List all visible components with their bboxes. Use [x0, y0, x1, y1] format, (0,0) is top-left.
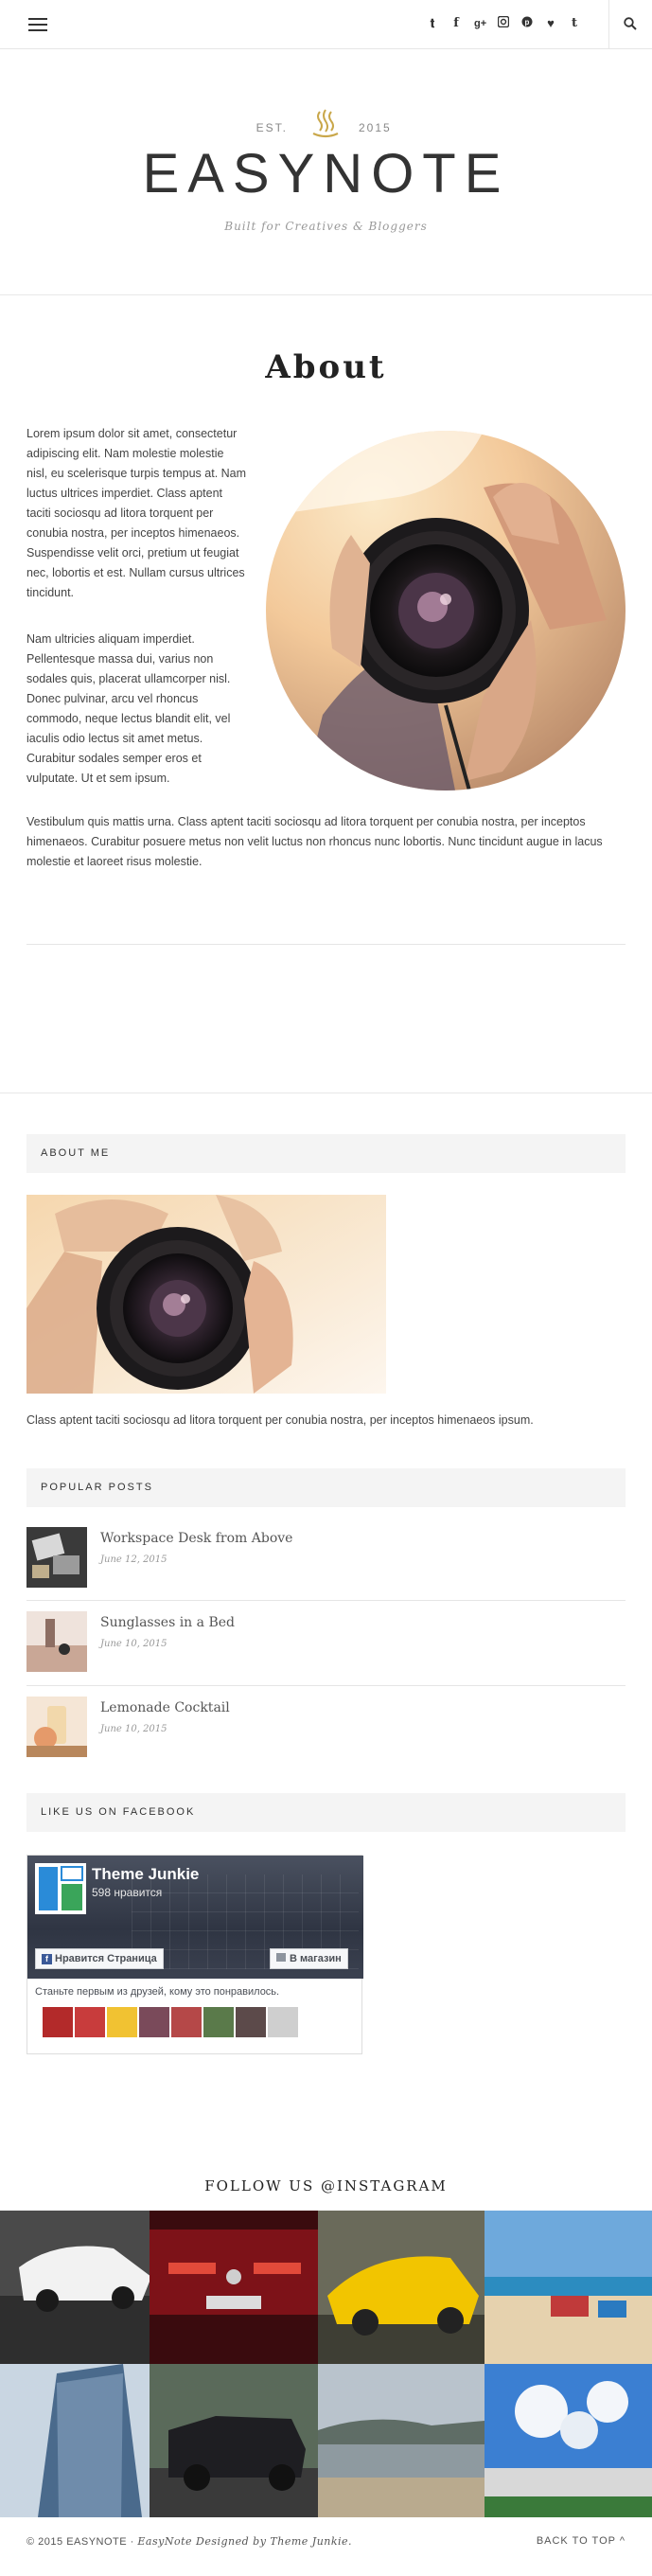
facebook-like-button[interactable]: f Нравится Страница	[35, 1948, 164, 1969]
search-icon	[624, 17, 637, 30]
instagram-grid	[0, 2211, 652, 2517]
about-me-photo	[26, 1195, 386, 1394]
facebook-icon[interactable]: f	[450, 15, 462, 32]
top-bar: 𝐭 f g+ p ♥ t	[0, 0, 652, 49]
instagram-photo[interactable]	[318, 2364, 485, 2517]
facebook-page-plugin: Theme Junkie 598 нравится f Нравится Стра…	[26, 1855, 363, 2054]
facebook-shop-label: В магазин	[290, 1953, 342, 1964]
avatar[interactable]	[203, 2007, 234, 2037]
popular-post-item[interactable]: Lemonade Cocktail June 10, 2015	[26, 1697, 626, 1757]
instagram-photo[interactable]	[485, 2211, 652, 2364]
avatar[interactable]	[107, 2007, 137, 2037]
instagram-photo[interactable]	[150, 2364, 318, 2517]
instagram-photo[interactable]	[0, 2211, 163, 2364]
avatar[interactable]	[43, 2007, 73, 2037]
avatar[interactable]	[268, 2007, 298, 2037]
popular-post-item[interactable]: Workspace Desk from Above June 12, 2015	[26, 1527, 626, 1588]
post-date: June 12, 2015	[100, 1554, 167, 1565]
about-paragraph-2: Nam ultricies aliquam imperdiet. Pellent…	[26, 632, 231, 785]
post-divider	[26, 1600, 626, 1601]
facebook-friend-avatars	[43, 2007, 298, 2037]
search-button[interactable]	[608, 0, 652, 49]
svg-text:p: p	[525, 18, 530, 27]
facebook-page-name[interactable]: Theme Junkie	[92, 1865, 199, 1884]
shop-icon	[276, 1953, 286, 1962]
about-me-heading: ABOUT ME	[26, 1134, 626, 1173]
about-camera-photo	[266, 431, 626, 791]
about-me-text: Class aptent taciti sociosqu ad litora t…	[26, 1413, 534, 1427]
facebook-friends-text: Станьте первым из друзей, кому это понра…	[35, 1986, 280, 1998]
footer-copyright: © 2015 EASYNOTE · EasyNote Designed by T…	[26, 2535, 352, 2548]
site-tagline: Built for Creatives & Bloggers	[224, 220, 428, 233]
instagram-photo[interactable]	[485, 2364, 652, 2517]
avatar[interactable]	[171, 2007, 202, 2037]
post-divider	[26, 1685, 626, 1686]
instagram-photo[interactable]	[150, 2211, 318, 2364]
twitter-icon[interactable]: 𝐭	[427, 15, 438, 32]
instagram-icon[interactable]	[497, 15, 510, 32]
site-title[interactable]: EASYNOTE	[0, 142, 652, 205]
header-divider	[0, 294, 652, 295]
about-paragraph-1: Lorem ipsum dolor sit amet, consectetur …	[26, 427, 247, 599]
avatar[interactable]	[236, 2007, 266, 2037]
instagram-photo[interactable]	[318, 2211, 485, 2364]
avatar[interactable]	[139, 2007, 169, 2037]
post-date: June 10, 2015	[100, 1724, 167, 1734]
facebook-heading: LIKE US ON FACEBOOK	[26, 1793, 626, 1832]
post-thumbnail[interactable]	[26, 1527, 87, 1588]
instagram-heading: FOLLOW US @INSTAGRAM	[204, 2177, 448, 2194]
facebook-icon: f	[42, 1954, 52, 1964]
facebook-shop-button[interactable]: В магазин	[270, 1948, 348, 1969]
google-plus-icon[interactable]: g+	[474, 15, 486, 32]
facebook-like-label: Нравится Страница	[55, 1953, 157, 1964]
avatar[interactable]	[75, 2007, 105, 2037]
social-links: 𝐭 f g+ p ♥ t	[427, 15, 580, 32]
facebook-page-logo[interactable]	[35, 1863, 86, 1914]
tumblr-icon[interactable]: t	[569, 15, 580, 32]
theme-credit[interactable]: EasyNote Designed by Theme Junkie.	[137, 2535, 352, 2548]
post-thumbnail[interactable]	[26, 1611, 87, 1672]
facebook-likes-count: 598 нравится	[92, 1886, 163, 1899]
post-thumbnail[interactable]	[26, 1697, 87, 1757]
pinterest-icon[interactable]: p	[521, 15, 533, 32]
popular-post-item[interactable]: Sunglasses in a Bed June 10, 2015	[26, 1611, 626, 1672]
content-divider	[26, 944, 626, 945]
back-to-top-link[interactable]: BACK TO TOP ^	[537, 2535, 626, 2547]
menu-icon[interactable]	[28, 18, 47, 31]
facebook-cover[interactable]: Theme Junkie 598 нравится f Нравится Стра…	[27, 1856, 363, 1979]
popular-posts-heading: POPULAR POSTS	[26, 1468, 626, 1507]
copyright-text: © 2015 EASYNOTE ·	[26, 2536, 138, 2548]
instagram-photo[interactable]	[0, 2364, 163, 2517]
est-label: EST.	[256, 121, 288, 134]
post-date: June 10, 2015	[100, 1639, 167, 1649]
heart-icon[interactable]: ♥	[545, 15, 556, 32]
post-title[interactable]: Sunglasses in a Bed	[100, 1615, 235, 1630]
about-paragraph-3: Vestibulum quis mattis urna. Class apten…	[26, 815, 603, 868]
post-title[interactable]: Lemonade Cocktail	[100, 1700, 230, 1715]
est-year: 2015	[359, 121, 392, 134]
page-title: About	[265, 348, 387, 386]
steam-logo-icon	[312, 109, 339, 138]
post-title[interactable]: Workspace Desk from Above	[100, 1531, 292, 1546]
